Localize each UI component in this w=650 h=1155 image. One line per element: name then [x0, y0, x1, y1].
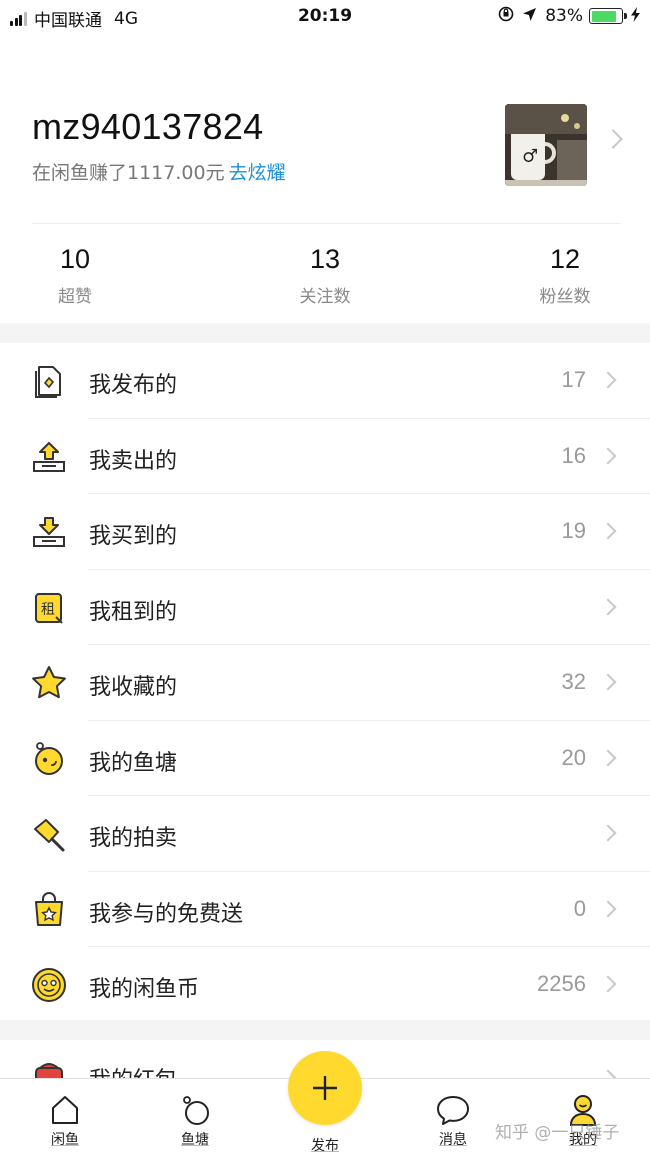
- status-right: 83%: [498, 6, 640, 26]
- sold-tray-icon: [30, 438, 68, 476]
- chevron-right-icon: [599, 522, 617, 540]
- profile-header[interactable]: mz940137824 在闲鱼赚了1117.00元 去炫耀 ♂: [0, 100, 650, 224]
- earnings-line: 在闲鱼赚了1117.00元 去炫耀: [32, 158, 286, 185]
- chat-bubble-icon: [418, 1093, 488, 1127]
- menu-item-fishpond[interactable]: 我的鱼塘 20: [0, 721, 650, 796]
- avatar[interactable]: ♂: [505, 104, 587, 186]
- menu-count: 20: [561, 744, 586, 770]
- menu-item-free-giveaway[interactable]: 我参与的免费送 0: [0, 872, 650, 947]
- menu-label: 我发布的: [89, 373, 178, 398]
- menu-label: 我买到的: [89, 524, 178, 549]
- stat-following[interactable]: 13 关注数: [265, 240, 385, 307]
- menu-item-rented[interactable]: 租 我租到的: [0, 570, 650, 645]
- tab-home[interactable]: 闲鱼: [30, 1093, 100, 1149]
- earnings-text: 在闲鱼赚了1117.00元: [32, 162, 225, 184]
- battery-icon: [589, 8, 627, 24]
- chevron-right-icon: [599, 673, 617, 691]
- stat-label: 关注数: [299, 287, 351, 307]
- section-gap: [0, 1020, 650, 1040]
- menu-count: 0: [573, 895, 586, 921]
- menu-count: 2256: [537, 971, 586, 996]
- coin-icon: [30, 966, 68, 1004]
- tab-label: 鱼塘: [181, 1132, 209, 1148]
- location-arrow-icon: [522, 7, 537, 26]
- menu-label: 我卖出的: [89, 448, 178, 474]
- menu-item-favorites[interactable]: 我收藏的 32: [0, 645, 650, 721]
- stat-value: 12: [549, 244, 581, 274]
- stat-value: 10: [59, 244, 91, 274]
- chevron-right-icon: [599, 447, 617, 464]
- battery-percent: 83%: [545, 6, 583, 26]
- menu-count: 16: [561, 442, 586, 468]
- bought-tray-icon: [30, 513, 68, 551]
- menu-label: 我租到的: [89, 599, 178, 625]
- chevron-right-icon: [599, 749, 617, 766]
- tab-label: 消息: [439, 1132, 467, 1148]
- menu-count: 32: [561, 669, 586, 694]
- username: mz940137824: [32, 106, 264, 147]
- menu-count: 19: [561, 518, 586, 543]
- stats-row: 10 超赞 13 关注数 12 粉丝数: [0, 240, 650, 320]
- chevron-right-icon: [599, 598, 617, 615]
- auction-hammer-icon: [30, 815, 68, 853]
- tab-bar: 闲鱼 鱼塘 发布 消息 我的: [0, 1051, 650, 1155]
- menu-item-auction[interactable]: 我的拍卖: [0, 796, 650, 872]
- plus-icon: [310, 1073, 340, 1103]
- menu-label: 我的鱼塘: [89, 750, 178, 776]
- menu-label: 我的闲鱼币: [89, 977, 200, 1002]
- svg-text:♂: ♂: [522, 146, 538, 167]
- section-gap: [0, 323, 650, 343]
- stat-label: 超赞: [58, 287, 92, 307]
- gift-bag-icon: [30, 891, 68, 929]
- menu-label: 我的拍卖: [89, 826, 178, 851]
- profile-chevron-icon[interactable]: [603, 129, 623, 149]
- fishpond-tab-icon: [160, 1093, 230, 1127]
- chevron-right-icon: [599, 824, 617, 842]
- divider: [32, 223, 620, 224]
- stat-followers[interactable]: 12 粉丝数: [505, 240, 625, 307]
- tab-label: 闲鱼: [51, 1132, 79, 1148]
- rent-tag-icon: 租: [30, 589, 68, 627]
- chevron-right-icon: [599, 975, 617, 993]
- status-bar: 中国联通 4G 20:19 83%: [0, 0, 650, 36]
- menu-label: 我收藏的: [89, 675, 178, 700]
- publish-label: 发布: [311, 1138, 339, 1154]
- stat-likes[interactable]: 10 超赞: [15, 240, 135, 307]
- tab-fishpond[interactable]: 鱼塘: [160, 1093, 230, 1149]
- stat-label: 粉丝数: [539, 287, 591, 307]
- watermark: 知乎 @一只锤子: [495, 1123, 620, 1143]
- chevron-right-icon: [599, 371, 617, 389]
- star-icon: [30, 664, 68, 702]
- publish-button[interactable]: [288, 1051, 362, 1125]
- brag-link[interactable]: 去炫耀: [229, 162, 286, 184]
- home-icon: [30, 1093, 100, 1127]
- menu-list: 我发布的 17 我卖出的 16 我买到的 19 租 我租到的 我收藏的 32 我…: [0, 343, 650, 1023]
- red-packet-icon: [30, 1058, 68, 1080]
- menu-count: 17: [561, 367, 586, 392]
- charging-bolt-icon: [631, 6, 640, 26]
- orientation-lock-icon: [498, 6, 514, 26]
- menu-item-published[interactable]: 我发布的 17: [0, 343, 650, 419]
- fishpond-icon: [30, 740, 68, 778]
- published-doc-icon: [30, 362, 68, 400]
- stat-value: 13: [309, 244, 341, 274]
- chevron-right-icon: [599, 900, 617, 917]
- svg-text:租: 租: [41, 602, 55, 618]
- menu-label: 我参与的免费送: [89, 901, 244, 927]
- tab-messages[interactable]: 消息: [418, 1093, 488, 1149]
- menu-item-sold[interactable]: 我卖出的 16: [0, 419, 650, 494]
- menu-item-bought[interactable]: 我买到的 19: [0, 494, 650, 570]
- menu-item-coins[interactable]: 我的闲鱼币 2256: [0, 947, 650, 1023]
